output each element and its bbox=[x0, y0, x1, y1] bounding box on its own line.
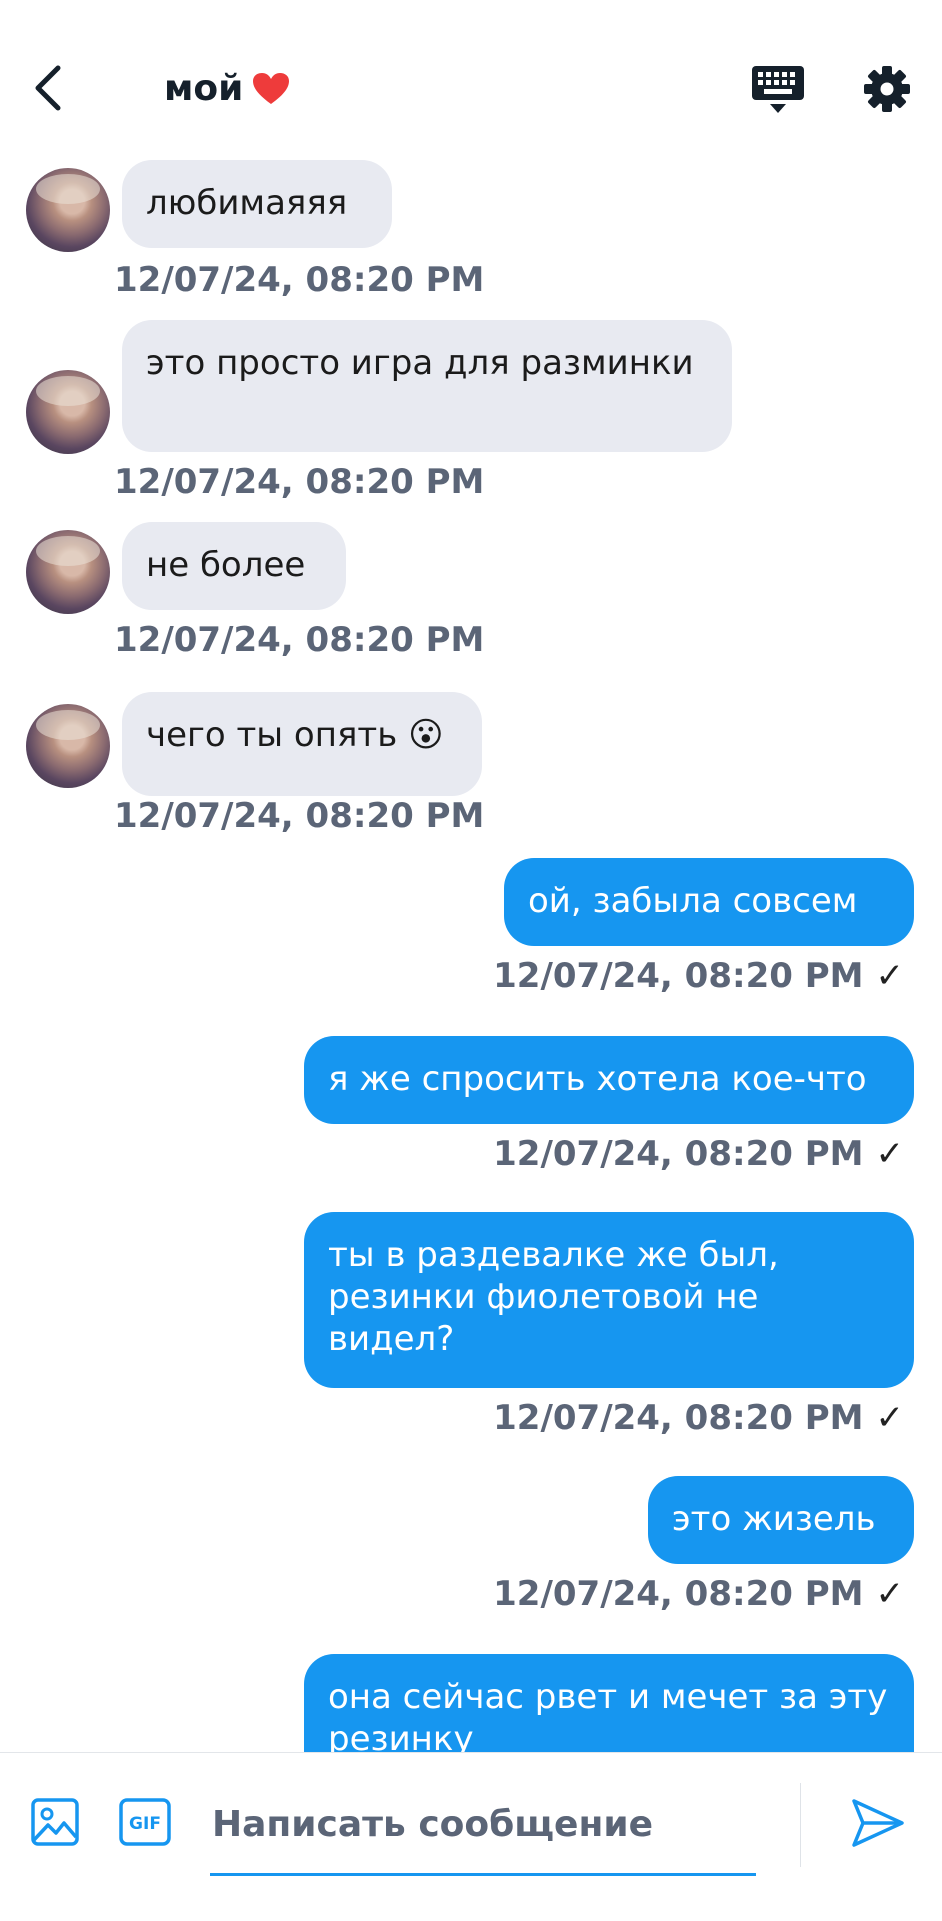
message-timestamp: 12/07/24, 08:20 PM bbox=[114, 260, 485, 300]
message-text: ой, забыла совсем bbox=[528, 881, 858, 921]
avatar[interactable] bbox=[26, 704, 110, 788]
incoming-message[interactable]: это просто игра для разминки bbox=[122, 320, 732, 452]
incoming-message[interactable]: любимаяяя bbox=[122, 160, 392, 248]
timestamp-text: 12/07/24, 08:20 PM bbox=[493, 1398, 864, 1438]
message-timestamp: 12/07/24, 08:20 PM ✓ bbox=[493, 1134, 904, 1174]
hushed-face-emoji: 😮 bbox=[408, 715, 444, 755]
message-timestamp: 12/07/24, 08:20 PM bbox=[114, 462, 485, 502]
chevron-left-icon bbox=[35, 65, 61, 111]
outgoing-message[interactable]: это жизель bbox=[648, 1476, 914, 1564]
sent-check-icon: ✓ bbox=[875, 956, 905, 996]
avatar[interactable] bbox=[26, 370, 110, 454]
send-button[interactable] bbox=[850, 1795, 906, 1851]
message-text: она сейчас рвет и мечет за эту резинку bbox=[328, 1677, 888, 1752]
image-icon bbox=[31, 1798, 79, 1846]
message-text: любимаяяя bbox=[146, 183, 348, 223]
message-text: чего ты опять bbox=[146, 715, 398, 755]
incoming-message[interactable]: не более bbox=[122, 522, 346, 610]
gif-label: GIF bbox=[129, 1814, 161, 1834]
message-text: не более bbox=[146, 545, 306, 585]
keyboard-button[interactable] bbox=[750, 64, 806, 116]
chat-title: мой bbox=[164, 68, 244, 109]
gif-icon: GIF bbox=[119, 1798, 171, 1846]
message-text: это просто игра для разминки bbox=[146, 343, 694, 383]
settings-button[interactable] bbox=[862, 64, 912, 114]
message-text: это жизель bbox=[672, 1499, 876, 1539]
message-timestamp: 12/07/24, 08:20 PM ✓ bbox=[493, 956, 904, 996]
message-list[interactable]: любимаяяя 12/07/24, 08:20 PM это просто … bbox=[0, 160, 942, 1752]
gear-icon bbox=[864, 66, 910, 112]
outgoing-message[interactable]: ой, забыла совсем bbox=[504, 858, 914, 946]
outgoing-message[interactable]: она сейчас рвет и мечет за эту резинку bbox=[304, 1654, 914, 1752]
gif-button[interactable]: GIF bbox=[118, 1797, 172, 1847]
message-timestamp: 12/07/24, 08:20 PM bbox=[114, 796, 485, 836]
message-text: ты в раздевалке же был, резинки фиолетов… bbox=[328, 1235, 779, 1359]
attach-image-button[interactable] bbox=[30, 1797, 80, 1847]
sent-check-icon: ✓ bbox=[875, 1398, 905, 1438]
message-text: я же спросить хотела кое-что bbox=[328, 1059, 867, 1099]
chat-header: мой bbox=[0, 0, 942, 160]
message-composer: GIF bbox=[0, 1752, 942, 1921]
keyboard-icon bbox=[752, 66, 804, 113]
message-timestamp: 12/07/24, 08:20 PM bbox=[114, 620, 485, 660]
back-button[interactable] bbox=[28, 60, 76, 116]
timestamp-text: 12/07/24, 08:20 PM bbox=[493, 1134, 864, 1174]
message-timestamp: 12/07/24, 08:20 PM ✓ bbox=[493, 1574, 904, 1614]
timestamp-text: 12/07/24, 08:20 PM bbox=[493, 1574, 864, 1614]
sent-check-icon: ✓ bbox=[875, 1574, 905, 1614]
message-timestamp: 12/07/24, 08:20 PM ✓ bbox=[493, 1398, 904, 1438]
outgoing-message[interactable]: я же спросить хотела кое-что bbox=[304, 1036, 914, 1124]
outgoing-message[interactable]: ты в раздевалке же был, резинки фиолетов… bbox=[304, 1212, 914, 1388]
composer-divider bbox=[800, 1783, 801, 1867]
input-underline bbox=[210, 1873, 756, 1876]
heart-icon bbox=[253, 73, 289, 104]
message-input[interactable] bbox=[210, 1791, 760, 1857]
avatar[interactable] bbox=[26, 168, 110, 252]
timestamp-text: 12/07/24, 08:20 PM bbox=[493, 956, 864, 996]
send-icon bbox=[852, 1799, 904, 1847]
sent-check-icon: ✓ bbox=[875, 1134, 905, 1174]
incoming-message[interactable]: чего ты опять 😮 bbox=[122, 692, 482, 796]
avatar[interactable] bbox=[26, 530, 110, 614]
